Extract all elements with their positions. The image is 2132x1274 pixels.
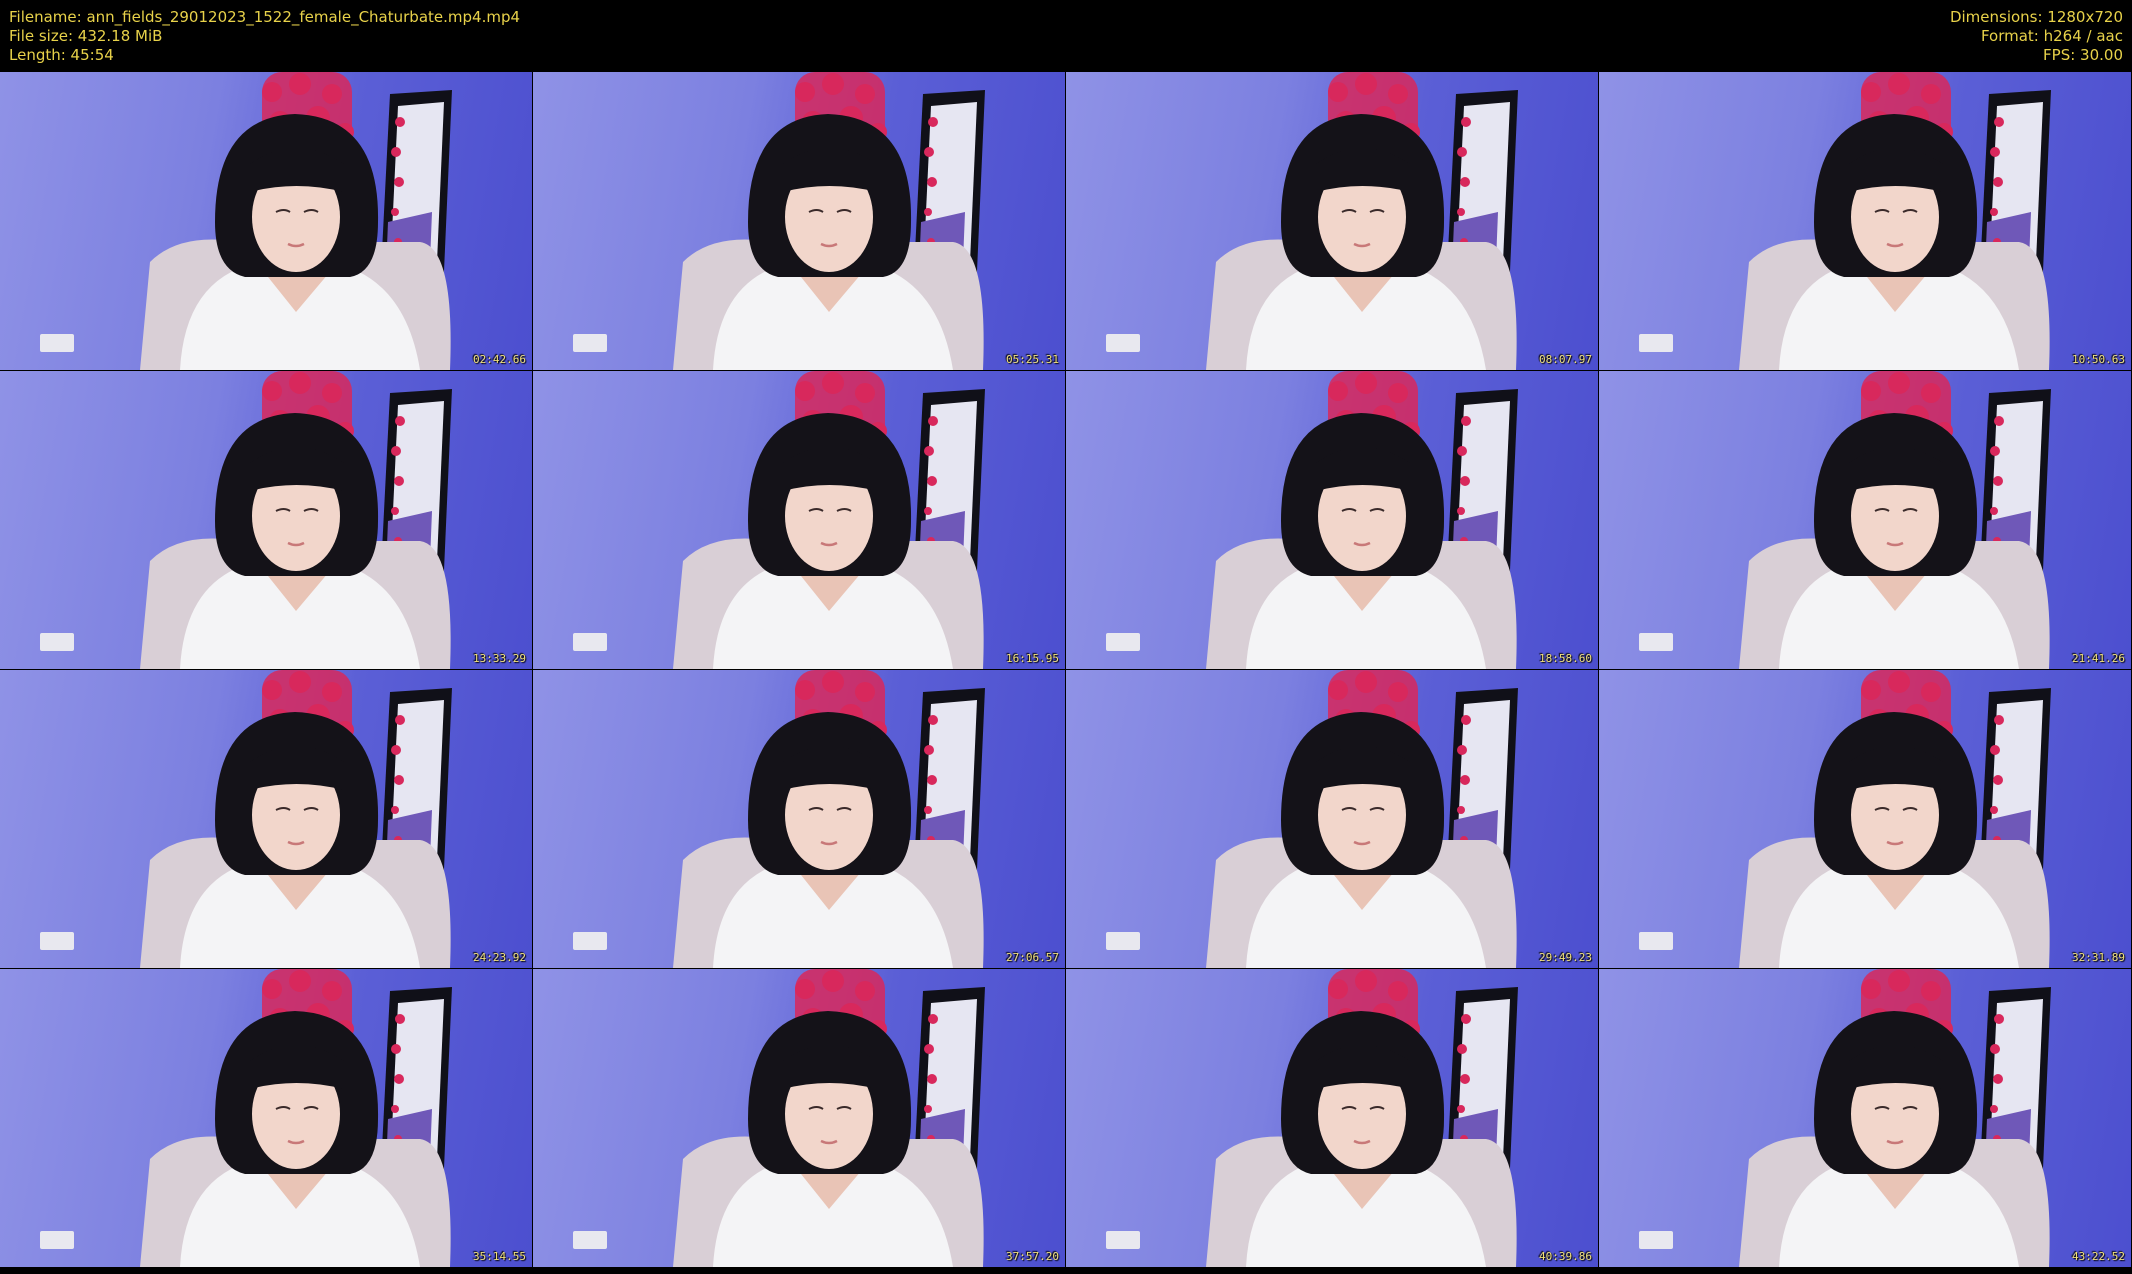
wall-outlet	[1639, 334, 1673, 352]
length-label: Length: 45:54	[9, 46, 114, 64]
timestamp-label: 32:31.89	[2072, 951, 2125, 964]
filename-label: Filename: ann_fields_29012023_1522_femal…	[9, 8, 521, 26]
video-thumbnail-2[interactable]: 05:25.31	[533, 72, 1065, 370]
thumbnail-frame-image	[40, 969, 452, 1267]
thumbnail-frame-image	[40, 371, 452, 669]
fps-label: FPS: 30.00	[2043, 46, 2123, 64]
timestamp-label: 29:49.23	[1539, 951, 1592, 964]
wall-outlet	[1106, 334, 1140, 352]
timestamp-label: 13:33.29	[473, 652, 526, 665]
dimensions-label: Dimensions: 1280x720	[1949, 8, 2123, 26]
timestamp-label: 02:42.66	[473, 353, 526, 366]
thumbnail-frame-image	[573, 72, 985, 370]
video-thumbnail-6[interactable]: 16:15.95	[533, 371, 1065, 669]
video-thumbnail-10[interactable]: 27:06.57	[533, 670, 1065, 968]
stream-info: Dimensions: 1280x720 Format: h264 / aac …	[1950, 8, 2123, 65]
video-thumbnail-11[interactable]: 29:49.23	[1066, 670, 1598, 968]
thumbnail-frame-image	[573, 969, 985, 1267]
video-thumbnail-15[interactable]: 40:39.86	[1066, 969, 1598, 1267]
thumbnail-frame-image	[1639, 72, 2051, 370]
thumbnail-frame-image	[573, 670, 985, 968]
video-thumbnail-16[interactable]: 43:22.52	[1599, 969, 2131, 1267]
timestamp-label: 16:15.95	[1006, 652, 1059, 665]
video-thumbnail-8[interactable]: 21:41.26	[1599, 371, 2131, 669]
timestamp-label: 35:14.55	[473, 1250, 526, 1263]
timestamp-label: 10:50.63	[2072, 353, 2125, 366]
video-thumbnail-5[interactable]: 13:33.29	[0, 371, 532, 669]
timestamp-label: 08:07.97	[1539, 353, 1592, 366]
wall-outlet	[1106, 1231, 1140, 1249]
thumbnail-grid: 02:42.66 05:25.31 08:07.97 10:50.63 13:3…	[0, 72, 2132, 1274]
timestamp-label: 37:57.20	[1006, 1250, 1059, 1263]
wall-outlet	[40, 1231, 74, 1249]
thumbnail-frame-image	[1106, 670, 1518, 968]
wall-outlet	[40, 932, 74, 950]
timestamp-label: 24:23.92	[473, 951, 526, 964]
wall-outlet	[1106, 633, 1140, 651]
thumbnail-frame-image	[1639, 969, 2051, 1267]
video-thumbnail-1[interactable]: 02:42.66	[0, 72, 532, 370]
timestamp-label: 40:39.86	[1539, 1250, 1592, 1263]
video-thumbnail-12[interactable]: 32:31.89	[1599, 670, 2131, 968]
video-thumbnail-7[interactable]: 18:58.60	[1066, 371, 1598, 669]
thumbnail-frame-image	[1639, 670, 2051, 968]
wall-outlet	[573, 633, 607, 651]
thumbnail-frame-image	[573, 371, 985, 669]
wall-outlet	[40, 334, 74, 352]
thumbnail-frame-image	[1639, 371, 2051, 669]
thumbnail-frame-image	[40, 72, 452, 370]
timestamp-label: 43:22.52	[2072, 1250, 2125, 1263]
video-thumbnail-3[interactable]: 08:07.97	[1066, 72, 1598, 370]
timestamp-label: 21:41.26	[2072, 652, 2125, 665]
thumbnail-frame-image	[40, 670, 452, 968]
wall-outlet	[1639, 633, 1673, 651]
wall-outlet	[573, 1231, 607, 1249]
file-info: Filename: ann_fields_29012023_1522_femal…	[9, 8, 520, 65]
thumbnail-frame-image	[1106, 969, 1518, 1267]
filesize-label: File size: 432.18 MiB	[9, 27, 163, 45]
video-thumbnail-4[interactable]: 10:50.63	[1599, 72, 2131, 370]
video-thumbnail-9[interactable]: 24:23.92	[0, 670, 532, 968]
video-thumbnail-14[interactable]: 37:57.20	[533, 969, 1065, 1267]
wall-outlet	[573, 932, 607, 950]
wall-outlet	[1639, 1231, 1673, 1249]
wall-outlet	[40, 633, 74, 651]
timestamp-label: 27:06.57	[1006, 951, 1059, 964]
wall-outlet	[1639, 932, 1673, 950]
thumbnail-frame-image	[1106, 371, 1518, 669]
thumbnail-frame-image	[1106, 72, 1518, 370]
video-thumbnail-13[interactable]: 35:14.55	[0, 969, 532, 1267]
info-header: Filename: ann_fields_29012023_1522_femal…	[0, 0, 2132, 72]
wall-outlet	[573, 334, 607, 352]
timestamp-label: 18:58.60	[1539, 652, 1592, 665]
wall-outlet	[1106, 932, 1140, 950]
format-label: Format: h264 / aac	[1980, 27, 2123, 45]
timestamp-label: 05:25.31	[1006, 353, 1059, 366]
